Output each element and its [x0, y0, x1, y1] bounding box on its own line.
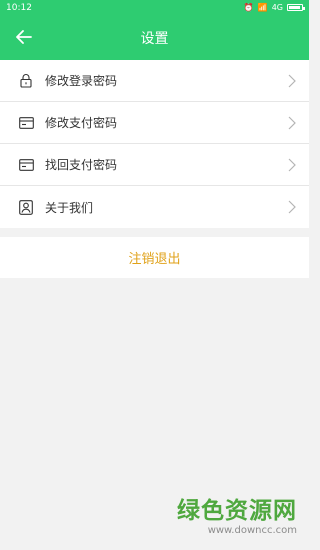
app-bar: 设置: [0, 15, 309, 60]
battery-icon: [287, 4, 305, 11]
menu-item-label: 找回支付密码: [45, 158, 118, 172]
menu-item-label: 关于我们: [45, 200, 94, 215]
back-button[interactable]: [10, 23, 38, 51]
logout-button[interactable]: 注销退出: [0, 237, 309, 278]
watermark-name: 绿色资源网: [177, 498, 297, 524]
chevron-right-icon: [288, 74, 296, 87]
wifi-icon: 📶: [257, 2, 268, 12]
watermark: 绿色资源网 www.downcc.com: [177, 491, 297, 536]
menu-item-recover-pay-password[interactable]: 找回支付密码: [0, 144, 309, 186]
chevron-right-icon: [288, 158, 296, 171]
card-icon: [18, 157, 34, 173]
watermark-url: www.downcc.com: [207, 525, 297, 536]
lock-icon: [18, 73, 34, 89]
menu-item-change-pay-password[interactable]: 修改支付密码: [0, 102, 309, 144]
chevron-right-icon: [288, 200, 296, 214]
menu-item-label: 修改支付密码: [45, 116, 118, 130]
chevron-right-icon: [288, 116, 296, 129]
network-label: 4G: [271, 2, 283, 12]
alarm-icon: ⏰: [243, 2, 254, 12]
status-time: 10:12: [6, 2, 32, 13]
status-icons: ⏰ 📶 4G: [243, 2, 305, 12]
status-bar: 10:12 ⏰ 📶 4G: [0, 0, 309, 15]
menu-item-label: 修改登录密码: [45, 74, 118, 88]
arrow-left-icon: [16, 30, 32, 44]
menu-item-about-us[interactable]: 关于我们: [0, 186, 309, 228]
settings-menu: 修改登录密码 修改支付密码 找回支付密码 关于我们: [0, 60, 309, 228]
card-icon: [18, 115, 34, 131]
page-title: 设置: [140, 30, 169, 47]
section-gap: [0, 228, 309, 237]
profile-icon: [18, 199, 34, 215]
menu-item-change-login-password[interactable]: 修改登录密码: [0, 60, 309, 102]
logout-label: 注销退出: [128, 252, 181, 267]
